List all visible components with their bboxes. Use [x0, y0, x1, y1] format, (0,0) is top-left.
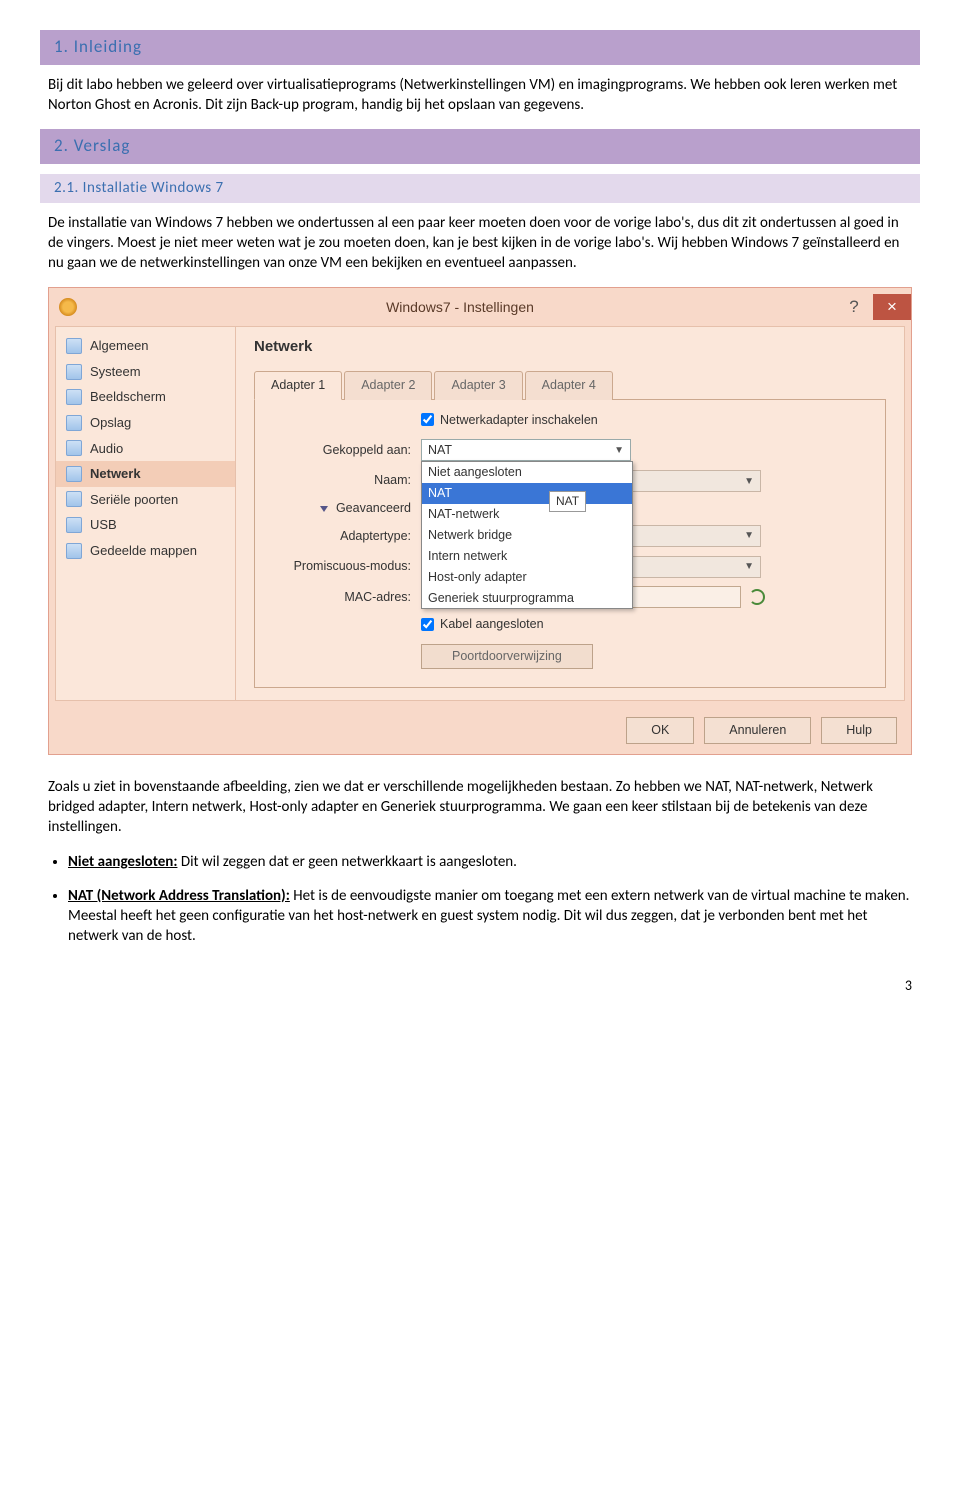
- tab-adapter-2[interactable]: Adapter 2: [344, 371, 432, 400]
- sidebar-item-systeem[interactable]: Systeem: [56, 359, 235, 385]
- port-forwarding-button[interactable]: Poortdoorverwijzing: [421, 644, 593, 669]
- bullet-list: Niet aangesloten: Dit wil zeggen dat er …: [68, 852, 912, 947]
- cancel-button[interactable]: Annuleren: [704, 717, 811, 744]
- settings-main: Netwerk Adapter 1 Adapter 2 Adapter 3 Ad…: [236, 327, 904, 700]
- heading-2: 2. Verslag: [40, 129, 920, 164]
- mac-label: MAC-adres:: [271, 589, 421, 606]
- dd-netwerk-bridge[interactable]: Netwerk bridge: [422, 525, 632, 546]
- bullet-niet-aangesloten: Niet aangesloten: Dit wil zeggen dat er …: [68, 852, 912, 872]
- help-button[interactable]: ?: [835, 294, 873, 320]
- sidebar-item-usb[interactable]: USB: [56, 512, 235, 538]
- tab-adapter-4[interactable]: Adapter 4: [525, 371, 613, 400]
- cable-connected-input[interactable]: [421, 618, 434, 631]
- tab-adapter-1[interactable]: Adapter 1: [254, 371, 342, 400]
- gear-icon: [59, 298, 77, 316]
- window-title: Windows7 - Instellingen: [85, 298, 835, 317]
- nat-tooltip: NAT: [549, 491, 586, 511]
- disk-icon: [66, 415, 82, 431]
- heading-1: 1. Inleiding: [40, 30, 920, 65]
- promisc-label: Promiscuous-modus:: [271, 558, 421, 575]
- vbox-settings-window: Windows7 - Instellingen ? × Algemeen Sys…: [48, 287, 912, 754]
- ok-button[interactable]: OK: [626, 717, 694, 744]
- attached-to-combo[interactable]: NAT ▼: [421, 439, 631, 461]
- box-icon: [66, 338, 82, 354]
- twisty-down-icon[interactable]: [320, 506, 328, 512]
- dd-nat-netwerk[interactable]: NAT-netwerk: [422, 504, 632, 525]
- refresh-icon[interactable]: [749, 589, 765, 605]
- bullet-nat: NAT (Network Address Translation): Het i…: [68, 886, 912, 947]
- sidebar-item-algemeen[interactable]: Algemeen: [56, 333, 235, 359]
- usb-icon: [66, 517, 82, 533]
- tab-adapter-3[interactable]: Adapter 3: [434, 371, 522, 400]
- chevron-down-icon: ▼: [744, 560, 754, 574]
- cable-connected-checkbox[interactable]: Kabel aangesloten: [421, 616, 544, 633]
- chip-icon: [66, 364, 82, 380]
- chevron-down-icon: ▼: [744, 475, 754, 489]
- folder-icon: [66, 543, 82, 559]
- heading-2-text: 2. Verslag: [54, 135, 130, 156]
- attached-to-label: Gekoppeld aan:: [271, 442, 421, 459]
- serial-icon: [66, 491, 82, 507]
- enable-adapter-checkbox[interactable]: Netwerkadapter inschakelen: [421, 412, 598, 429]
- dd-nat[interactable]: NAT: [422, 483, 632, 504]
- intro-paragraph: Bij dit labo hebben we geleerd over virt…: [48, 75, 912, 116]
- network-icon: [66, 466, 82, 482]
- heading-2-1-text: 2.1. Installatie Windows 7: [54, 179, 224, 197]
- sidebar-item-audio[interactable]: Audio: [56, 436, 235, 462]
- heading-2-1: 2.1. Installatie Windows 7: [40, 174, 920, 202]
- attached-to-dropdown: Niet aangesloten NAT NAT-netwerk Netwerk…: [421, 461, 633, 609]
- sidebar-item-netwerk[interactable]: Netwerk: [56, 461, 235, 487]
- window-body: Algemeen Systeem Beeldscherm Opslag Audi…: [55, 326, 905, 701]
- heading-1-text: 1. Inleiding: [54, 36, 142, 57]
- adapter-tabs: Adapter 1 Adapter 2 Adapter 3 Adapter 4: [254, 370, 886, 400]
- dd-intern-netwerk[interactable]: Intern netwerk: [422, 546, 632, 567]
- chevron-down-icon: ▼: [744, 529, 754, 543]
- section-paragraph: De installatie van Windows 7 hebben we o…: [48, 213, 912, 274]
- after-image-paragraph: Zoals u ziet in bovenstaande afbeelding,…: [48, 777, 912, 838]
- sidebar-item-seriele-poorten[interactable]: Seriële poorten: [56, 487, 235, 513]
- name-label: Naam:: [271, 472, 421, 489]
- page-number: 3: [48, 977, 912, 996]
- sidebar-item-opslag[interactable]: Opslag: [56, 410, 235, 436]
- dd-niet-aangesloten[interactable]: Niet aangesloten: [422, 462, 632, 483]
- sidebar-item-gedeelde-mappen[interactable]: Gedeelde mappen: [56, 538, 235, 564]
- dd-generiek[interactable]: Generiek stuurprogramma: [422, 588, 632, 609]
- settings-sidebar: Algemeen Systeem Beeldscherm Opslag Audi…: [56, 327, 236, 700]
- audio-icon: [66, 440, 82, 456]
- dd-host-only[interactable]: Host-only adapter: [422, 567, 632, 588]
- sidebar-item-beeldscherm[interactable]: Beeldscherm: [56, 384, 235, 410]
- help-button[interactable]: Hulp: [821, 717, 897, 744]
- chevron-down-icon: ▼: [614, 444, 624, 458]
- adaptertype-label: Adaptertype:: [271, 528, 421, 545]
- adapter-form: Netwerkadapter inschakelen Gekoppeld aan…: [254, 400, 886, 688]
- window-titlebar: Windows7 - Instellingen ? ×: [49, 288, 911, 326]
- panel-heading: Netwerk: [254, 337, 886, 357]
- advanced-label[interactable]: Geavanceerd: [336, 501, 411, 515]
- enable-adapter-input[interactable]: [421, 413, 434, 426]
- monitor-icon: [66, 389, 82, 405]
- dialog-footer: OK Annuleren Hulp: [49, 707, 911, 754]
- close-button[interactable]: ×: [873, 294, 911, 320]
